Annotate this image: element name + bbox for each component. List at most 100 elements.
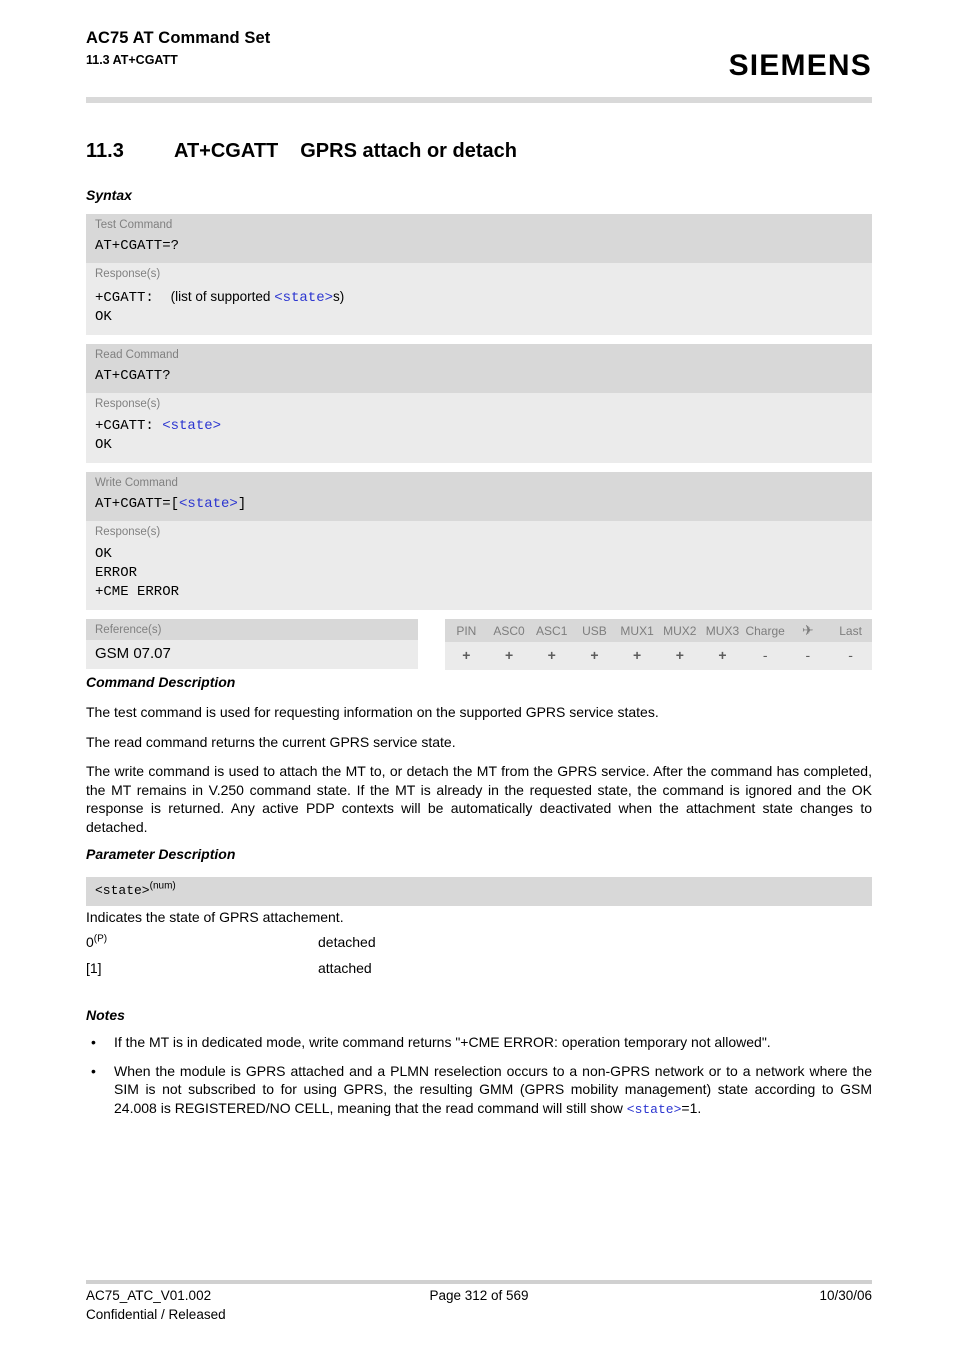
command-description-body: The test command is used for requesting … [86, 703, 872, 836]
cap-val-asc1: + [530, 642, 574, 670]
reference-value: GSM 07.07 [86, 640, 418, 669]
cap-val-pin: + [445, 642, 488, 670]
note-text: When the module is GPRS attached and a P… [114, 1062, 872, 1117]
note-text-before: When the module is GPRS attached and a P… [114, 1062, 872, 1116]
syntax-response-code: OK ERROR +CME ERROR [86, 541, 872, 610]
syntax-command-label: Read Command [86, 344, 872, 364]
response-line-1: +CGATT: <state> [95, 418, 222, 434]
footer-document-id: AC75_ATC_V01.002 [86, 1288, 212, 1303]
response-line-1: OK [95, 546, 112, 562]
syntax-response-label: Response(s) [86, 263, 872, 283]
capabilities-header-row: PIN ASC0 ASC1 USB MUX1 MUX2 MUX3 Charge … [445, 619, 872, 642]
footer-classification: Confidential / Released [86, 1307, 226, 1322]
response-line-2: ERROR [95, 565, 138, 581]
syntax-table: Test Command AT+CGATT=? Response(s) +CGA… [86, 214, 872, 673]
parameter-values-body: Indicates the state of GPRS attachement.… [86, 908, 872, 985]
document-page: AC75 AT Command Set 11.3 AT+CGATT SIEMEN… [0, 0, 954, 1351]
parameter-name-bar: <state>(num) [86, 877, 872, 906]
parameter-value-row: 0(P) detached [86, 933, 872, 959]
command-description-heading: Command Description [86, 674, 236, 690]
bullet-icon: • [91, 1062, 96, 1079]
bullet-icon: • [91, 1034, 96, 1050]
response-line-2: OK [95, 309, 112, 325]
note-text: If the MT is in dedicated mode, write co… [114, 1034, 771, 1050]
cap-val-mux2: + [658, 642, 702, 670]
syntax-group-write: Write Command AT+CGATT=[<state>] Respons… [86, 472, 872, 610]
header-divider [86, 97, 872, 103]
cap-col-last: Last [829, 619, 872, 642]
syntax-group-read: Read Command AT+CGATT? Response(s) +CGAT… [86, 344, 872, 463]
page-title: 11.3 AT+CGATT GPRS attach or detach [86, 138, 517, 164]
parameter-value-key: 0(P) [86, 932, 108, 950]
reference-label: Reference(s) [86, 619, 418, 640]
cap-val-usb: + [573, 642, 616, 670]
header-left: AC75 AT Command Set 11.3 AT+CGATT [86, 28, 270, 69]
syntax-response-label: Response(s) [86, 521, 872, 541]
section-number: 11.3 [86, 140, 124, 162]
syntax-response-code: +CGATT: <state> OK [86, 413, 872, 463]
capabilities-box: PIN ASC0 ASC1 USB MUX1 MUX2 MUX3 Charge … [445, 619, 872, 670]
param-ref-state: <state> [626, 1101, 682, 1117]
cap-val-last: - [829, 642, 872, 670]
footer-divider [86, 1280, 872, 1284]
cap-val-mux1: + [615, 642, 659, 670]
response-line-1: +CGATT: (list of supported <state>s) [95, 289, 345, 306]
notes-heading: Notes [86, 1007, 125, 1023]
parameter-type: (num) [149, 880, 176, 892]
param-ref-state: <state> [179, 496, 238, 512]
notes-list: • If the MT is in dedicated mode, write … [86, 1033, 872, 1129]
parameter-value-description: attached [318, 959, 372, 976]
airplane-icon-glyph: ✈ [801, 622, 814, 638]
syntax-command-code: AT+CGATT=? [86, 234, 872, 263]
section-title: GPRS attach or detach [300, 140, 517, 162]
syntax-command-code: AT+CGATT=[<state>] [86, 492, 872, 521]
cap-col-mux1: MUX1 [615, 619, 659, 642]
header-section-ref: 11.3 AT+CGATT [86, 53, 178, 67]
page-header: AC75 AT Command Set 11.3 AT+CGATT SIEMEN… [86, 28, 872, 98]
cap-col-mux2: MUX2 [658, 619, 702, 642]
cap-val-asc0: + [487, 642, 531, 670]
paragraph: The write command is used to attach the … [86, 763, 872, 835]
parameter-value-description: detached [318, 933, 376, 950]
footer-date: 10/30/06 [819, 1288, 872, 1303]
param-ref-state: <state> [274, 290, 333, 306]
airplane-icon: ✈ [786, 619, 830, 642]
reference-box: Reference(s) GSM 07.07 [86, 619, 418, 669]
page-footer: Page 312 of 569 AC75_ATC_V01.002 10/30/0… [86, 1287, 872, 1331]
syntax-group-test: Test Command AT+CGATT=? Response(s) +CGA… [86, 214, 872, 335]
cap-val-mux3: + [701, 642, 744, 670]
cap-col-usb: USB [573, 619, 616, 642]
cap-col-mux3: MUX3 [701, 619, 744, 642]
param-ref-state: <state> [162, 418, 222, 434]
parameter-description-heading: Parameter Description [86, 846, 236, 862]
cap-col-asc1: ASC1 [530, 619, 574, 642]
capabilities-value-row: + + + + + + + - - - [445, 642, 872, 670]
response-line-2: OK [95, 437, 112, 453]
cap-val-airplane: - [786, 642, 830, 670]
cap-val-charge: - [743, 642, 787, 670]
parameter-value-row: [1] attached [86, 959, 872, 985]
parameter-intro: Indicates the state of GPRS attachement. [86, 909, 344, 925]
paragraph: The read command returns the current GPR… [86, 733, 456, 750]
syntax-heading: Syntax [86, 187, 132, 203]
cap-col-charge: Charge [743, 619, 787, 642]
paragraph: The test command is used for requesting … [86, 704, 659, 720]
syntax-command-code: AT+CGATT? [86, 364, 872, 393]
document-title: AC75 AT Command Set [86, 29, 271, 47]
note-item: • If the MT is in dedicated mode, write … [86, 1033, 872, 1052]
cap-col-asc0: ASC0 [487, 619, 531, 642]
parameter-name: <state> [95, 883, 150, 898]
syntax-response-label: Response(s) [86, 393, 872, 413]
response-line-3: +CME ERROR [95, 584, 180, 600]
parameter-value-key: [1] [86, 959, 102, 976]
capabilities-table: PIN ASC0 ASC1 USB MUX1 MUX2 MUX3 Charge … [445, 619, 872, 670]
note-item: • When the module is GPRS attached and a… [86, 1062, 872, 1120]
cap-col-pin: PIN [445, 619, 488, 642]
syntax-footer-row: Reference(s) GSM 07.07 PIN ASC0 ASC1 USB… [86, 619, 872, 673]
siemens-logo: SIEMENS [728, 49, 872, 82]
syntax-command-label: Write Command [86, 472, 872, 492]
syntax-command-label: Test Command [86, 214, 872, 234]
note-text-after: =1. [681, 1099, 702, 1116]
section-command: AT+CGATT [174, 140, 279, 162]
syntax-response-code: +CGATT: (list of supported <state>s) OK [86, 283, 872, 335]
